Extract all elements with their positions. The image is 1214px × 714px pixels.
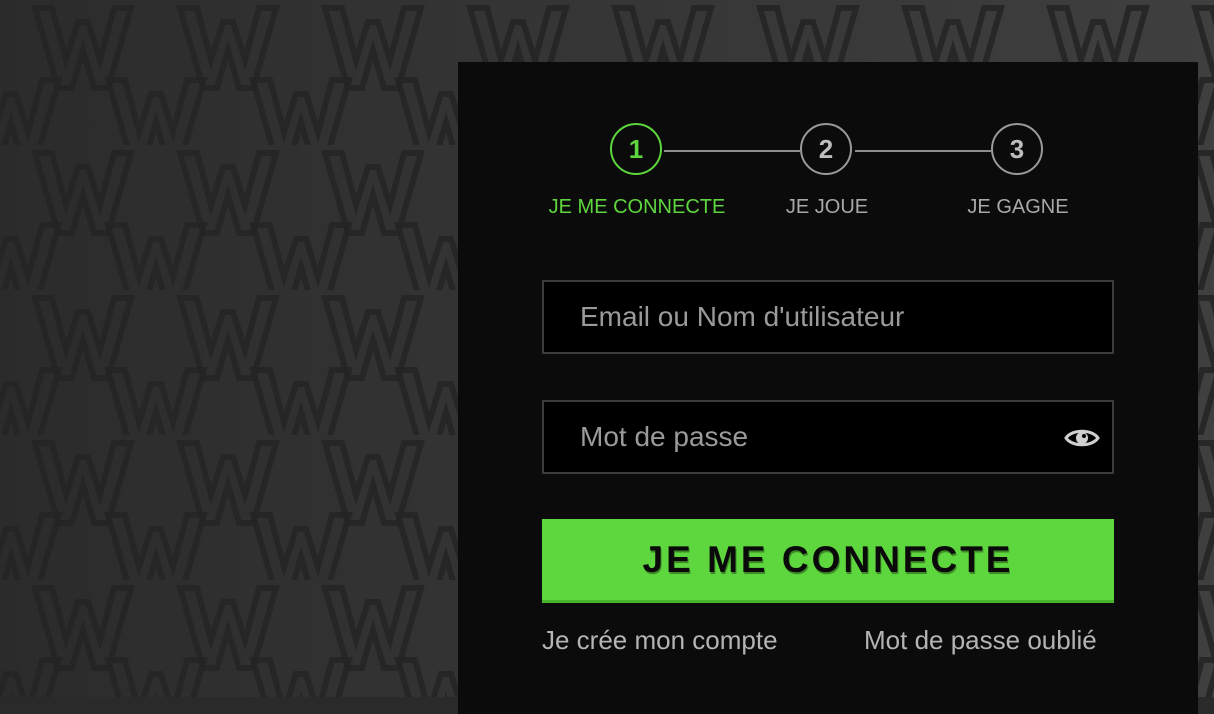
create-account-link[interactable]: Je crée mon compte [542, 625, 778, 656]
login-button[interactable]: JE ME CONNECTE [542, 519, 1114, 603]
password-input[interactable] [544, 402, 1112, 472]
step-3-label: JE GAGNE [967, 196, 1069, 218]
eye-icon[interactable] [1064, 426, 1100, 450]
step-2-label: JE JOUE [785, 196, 869, 218]
stepper-connector [855, 150, 991, 152]
step-3-circle: 3 [991, 123, 1043, 175]
username-field [542, 280, 1114, 354]
login-panel: 1 2 3 JE ME CONNECTE JE JOUE JE GAGNE JE… [458, 62, 1198, 714]
step-1-label: JE ME CONNECTE [548, 196, 726, 218]
forgot-password-link[interactable]: Mot de passe oublié [864, 625, 1097, 656]
stepper-connector [664, 150, 800, 152]
password-field [542, 400, 1114, 474]
step-2-circle: 2 [800, 123, 852, 175]
username-input[interactable] [544, 282, 1112, 352]
step-1-circle: 1 [610, 123, 662, 175]
